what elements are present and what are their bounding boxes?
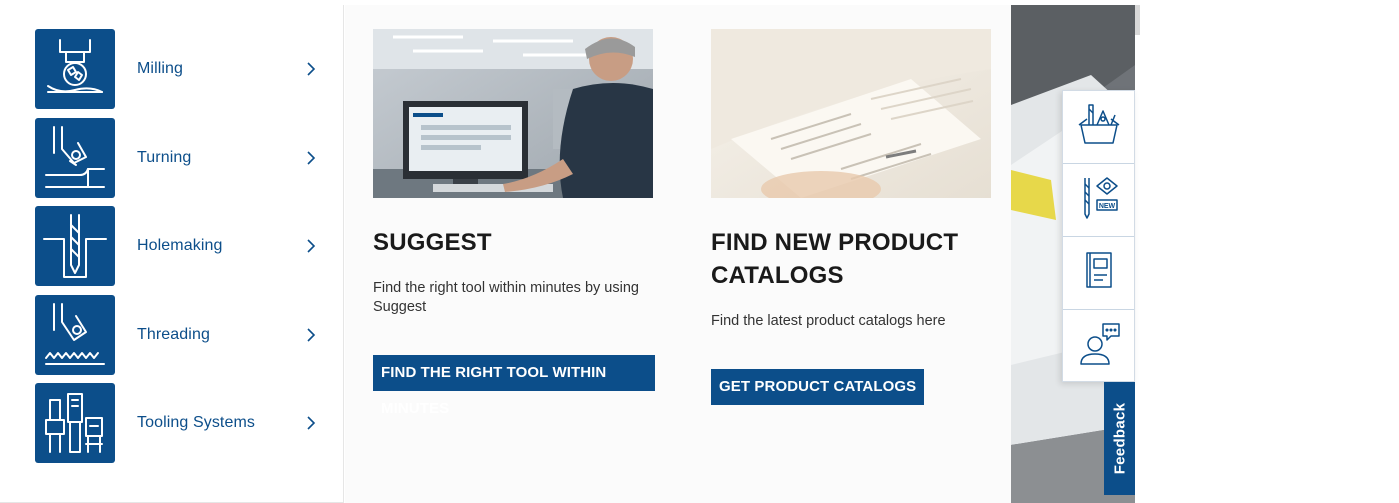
menu-item-threading[interactable]: Threading xyxy=(35,295,335,375)
contact-chat-button[interactable] xyxy=(1063,310,1134,383)
svg-text:NEW: NEW xyxy=(1098,203,1115,210)
new-products-button[interactable]: NEW xyxy=(1063,164,1134,237)
turning-icon xyxy=(35,118,115,198)
feature-cards-section: SUGGEST Find the right tool within minut… xyxy=(345,5,1011,503)
menu-label-milling: Milling xyxy=(137,60,184,77)
menu-label-holemaking: Holemaking xyxy=(137,237,223,254)
quick-access-toolbar: NEW xyxy=(1062,90,1135,382)
product-catalogs-card: FIND NEW PRODUCT CATALOGS Find the lates… xyxy=(711,29,993,405)
get-product-catalogs-button[interactable]: GET PRODUCT CATALOGS xyxy=(711,369,925,405)
menu-item-turning[interactable]: Turning xyxy=(35,118,335,198)
milling-icon xyxy=(35,29,115,109)
page: Milling Turning Holemaking Threading Too… xyxy=(0,0,1399,503)
menu-item-tooling-systems[interactable]: Tooling Systems xyxy=(35,383,335,463)
suggest-card: SUGGEST Find the right tool within minut… xyxy=(373,29,655,418)
menu-label-tooling-systems: Tooling Systems xyxy=(137,414,255,431)
product-box-button[interactable] xyxy=(1063,91,1134,164)
card-title: SUGGEST xyxy=(373,229,492,256)
product-box-icon xyxy=(1073,99,1125,156)
card-description: Find the latest product catalogs here xyxy=(711,313,946,329)
catalog-book-button[interactable] xyxy=(1063,237,1134,310)
threading-icon xyxy=(35,295,115,375)
new-products-icon: NEW xyxy=(1073,172,1125,229)
chevron-right-icon xyxy=(301,413,321,433)
card-description: Find the right tool within minutes by us… xyxy=(373,280,639,315)
feedback-label: Feedback xyxy=(1111,402,1129,475)
scrollbar[interactable] xyxy=(1135,5,1140,35)
tooling-systems-icon xyxy=(35,383,115,463)
catalog-book-icon xyxy=(1073,245,1125,302)
open-catalog-photo xyxy=(711,29,991,198)
category-menu: Milling Turning Holemaking Threading Too… xyxy=(0,5,344,503)
find-right-tool-button[interactable]: FIND THE RIGHT TOOL WITHIN MINUTES xyxy=(373,355,655,417)
chevron-right-icon xyxy=(301,148,321,168)
menu-label-threading: Threading xyxy=(137,326,210,343)
menu-label-turning: Turning xyxy=(137,149,192,166)
card-title: FIND NEW PRODUCT CATALOGS xyxy=(711,229,959,289)
feedback-tab[interactable]: Feedback xyxy=(1104,382,1135,495)
chevron-right-icon xyxy=(301,236,321,256)
menu-item-milling[interactable]: Milling xyxy=(35,29,335,109)
holemaking-icon xyxy=(35,206,115,286)
contact-chat-icon xyxy=(1073,318,1125,375)
chevron-right-icon xyxy=(301,59,321,79)
engineer-at-computer-photo xyxy=(373,29,653,198)
menu-item-holemaking[interactable]: Holemaking xyxy=(35,206,335,286)
chevron-right-icon xyxy=(301,325,321,345)
